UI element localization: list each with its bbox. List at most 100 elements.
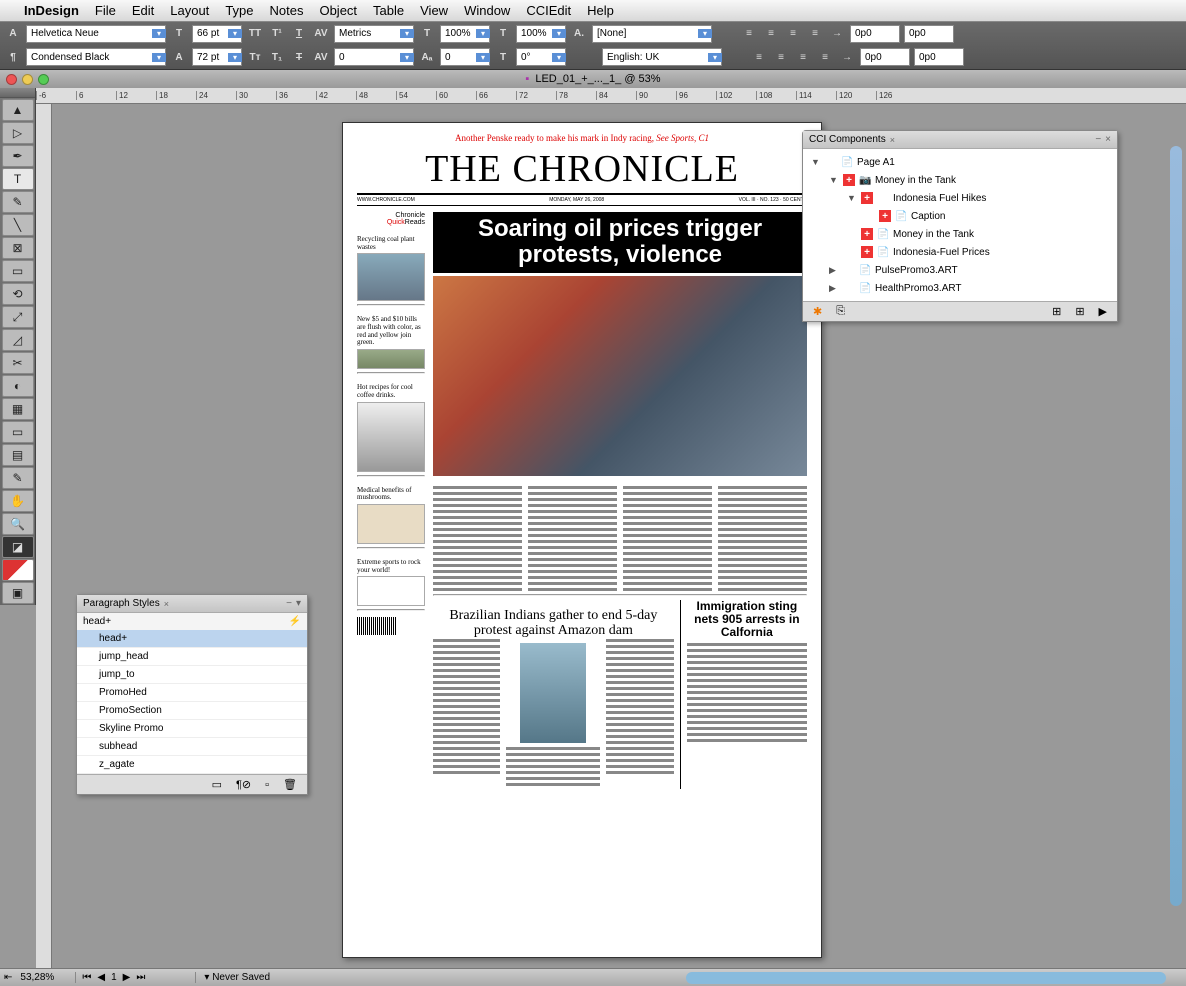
tree-row[interactable]: ▶📄PulsePromo3.ART [803, 261, 1117, 279]
space-before-input[interactable]: 0p0 [904, 25, 954, 43]
minimize-icon[interactable]: − [286, 598, 292, 609]
list-item[interactable]: z_agate [77, 756, 307, 774]
twisty-icon[interactable]: ▼ [811, 157, 821, 167]
refresh-icon[interactable]: ✱ [813, 305, 822, 318]
align-left-icon[interactable]: ≡ [740, 25, 758, 43]
tree-row[interactable]: +📄Money in the Tank [803, 225, 1117, 243]
hand-tool[interactable]: ✋ [2, 490, 34, 512]
font-family-select[interactable]: Helvetica Neue▾ [26, 25, 166, 43]
button-tool[interactable]: ▦ [2, 398, 34, 420]
new-style-icon[interactable]: ▫ [265, 779, 269, 791]
filter-field[interactable]: head+ [83, 616, 111, 627]
fill-stroke-swap[interactable]: ◪ [2, 536, 34, 558]
twisty-icon[interactable]: ▶ [829, 283, 839, 294]
clear-override-icon[interactable]: ⚡ [289, 616, 301, 627]
list-item[interactable]: subhead [77, 738, 307, 756]
list-item[interactable]: head+ [77, 630, 307, 648]
menu-edit[interactable]: Edit [132, 3, 154, 18]
close-icon[interactable]: × [890, 135, 895, 145]
pencil-tool[interactable]: ✎ [2, 191, 34, 213]
page-a1[interactable]: Another Penske ready to make his mark in… [342, 122, 822, 958]
tracking-input[interactable]: 0▾ [334, 48, 414, 66]
smallcaps-icon[interactable]: Tᴛ [246, 48, 264, 66]
scissors-tool[interactable]: ▭ [2, 421, 34, 443]
font-style-select[interactable]: Condensed Black▾ [26, 48, 166, 66]
toolbox-grip[interactable] [0, 88, 35, 98]
list-item[interactable]: PromoHed [77, 684, 307, 702]
justify3-icon[interactable]: ≡ [772, 48, 790, 66]
vscale-input[interactable]: 100%▾ [516, 25, 566, 43]
note-tool[interactable]: ▤ [2, 444, 34, 466]
last-page-icon[interactable]: ⏭ [136, 972, 145, 983]
zoom-window-icon[interactable] [38, 74, 49, 85]
frame-tool[interactable]: ⊠ [2, 237, 34, 259]
align-center-icon[interactable]: ≡ [762, 25, 780, 43]
align-right-icon[interactable]: ≡ [784, 25, 802, 43]
twisty-icon[interactable]: ▶ [829, 265, 839, 276]
copy-icon[interactable]: ⎘ [836, 305, 845, 318]
char-format-icon[interactable]: A [4, 25, 22, 43]
menu-layout[interactable]: Layout [170, 3, 209, 18]
leading-input[interactable]: 72 pt▾ [192, 48, 242, 66]
pen-tool[interactable]: ✒ [2, 145, 34, 167]
direct-select-tool[interactable]: ▷ [2, 122, 34, 144]
vertical-ruler[interactable] [36, 104, 52, 968]
justify5-icon[interactable]: ≡ [816, 48, 834, 66]
clear-icon[interactable]: ¶⊘ [236, 778, 251, 791]
kerning-select[interactable]: Metrics▾ [334, 25, 414, 43]
plus-icon[interactable]: + [861, 228, 873, 240]
charstyle-select[interactable]: [None]▾ [592, 25, 712, 43]
plus-icon[interactable]: + [879, 210, 891, 222]
language-select[interactable]: English: UK▾ [602, 48, 722, 66]
view-mode[interactable]: ▣ [2, 582, 34, 604]
hscale-input[interactable]: 100%▾ [440, 25, 490, 43]
supersc-icon[interactable]: T¹ [268, 25, 286, 43]
zoom-field[interactable]: 53,28% [16, 972, 76, 983]
rotate-input[interactable]: 0°▾ [516, 48, 566, 66]
allcaps-icon[interactable]: TT [246, 25, 264, 43]
minimize-window-icon[interactable] [22, 74, 33, 85]
free-transform-tool[interactable]: ✂ [2, 352, 34, 374]
justify-icon[interactable]: ≡ [806, 25, 824, 43]
panel-header[interactable]: CCI Components× −× [803, 131, 1117, 149]
plus-icon[interactable]: + [861, 192, 873, 204]
menu-help[interactable]: Help [587, 3, 614, 18]
close-icon[interactable]: × [164, 599, 169, 609]
next-page-icon[interactable]: ▶ [123, 972, 131, 983]
space-after-input[interactable]: 0p0 [914, 48, 964, 66]
vertical-scrollbar[interactable] [1170, 146, 1182, 906]
plus-icon[interactable]: + [861, 246, 873, 258]
paragraph-styles-panel[interactable]: Paragraph Styles× −▾ head+⚡ head+ jump_h… [76, 594, 308, 795]
tree-row[interactable]: ▼📄Page A1 [803, 153, 1117, 171]
action2-icon[interactable]: ⊞ [1075, 305, 1084, 318]
twisty-icon[interactable]: ▼ [847, 193, 857, 203]
indent-right-input[interactable]: 0p0 [860, 48, 910, 66]
menu-type[interactable]: Type [225, 3, 253, 18]
nav-first-icon[interactable]: ⇤ [0, 972, 16, 983]
para-format-icon[interactable]: ¶ [4, 48, 22, 66]
menu-table[interactable]: Table [373, 3, 404, 18]
trash-icon[interactable]: 🗑 [283, 778, 297, 791]
tree-row[interactable]: ▼+Indonesia Fuel Hikes [803, 189, 1117, 207]
rectangle-tool[interactable]: ▭ [2, 260, 34, 282]
shear-tool[interactable]: ◿ [2, 329, 34, 351]
menu-file[interactable]: File [95, 3, 116, 18]
horizontal-ruler[interactable]: -661218243036424854606672788490961021081… [36, 88, 1186, 104]
page-number[interactable]: 1 [111, 972, 117, 983]
horizontal-scrollbar[interactable] [686, 972, 1166, 984]
menu-window[interactable]: Window [464, 3, 510, 18]
panel-menu-icon[interactable]: ▾ [296, 598, 301, 609]
subsc-icon[interactable]: T₁ [268, 48, 286, 66]
strike-icon[interactable]: T [290, 48, 308, 66]
component-tree[interactable]: ▼📄Page A1▼+📷Money in the Tank▼+Indonesia… [803, 149, 1117, 301]
list-item[interactable]: PromoSection [77, 702, 307, 720]
tree-row[interactable]: +📄Indonesia-Fuel Prices [803, 243, 1117, 261]
rotate-tool[interactable]: ⟲ [2, 283, 34, 305]
cci-components-panel[interactable]: CCI Components× −× ▼📄Page A1▼+📷Money in … [802, 130, 1118, 322]
indent-left-input[interactable]: 0p0 [850, 25, 900, 43]
styles-list[interactable]: head+ jump_head jump_to PromoHed PromoSe… [77, 630, 307, 774]
app-name[interactable]: InDesign [24, 3, 79, 18]
first-page-icon[interactable]: ⏮ [82, 972, 91, 983]
underline-icon[interactable]: T [290, 25, 308, 43]
prev-page-icon[interactable]: ◀ [97, 972, 105, 983]
